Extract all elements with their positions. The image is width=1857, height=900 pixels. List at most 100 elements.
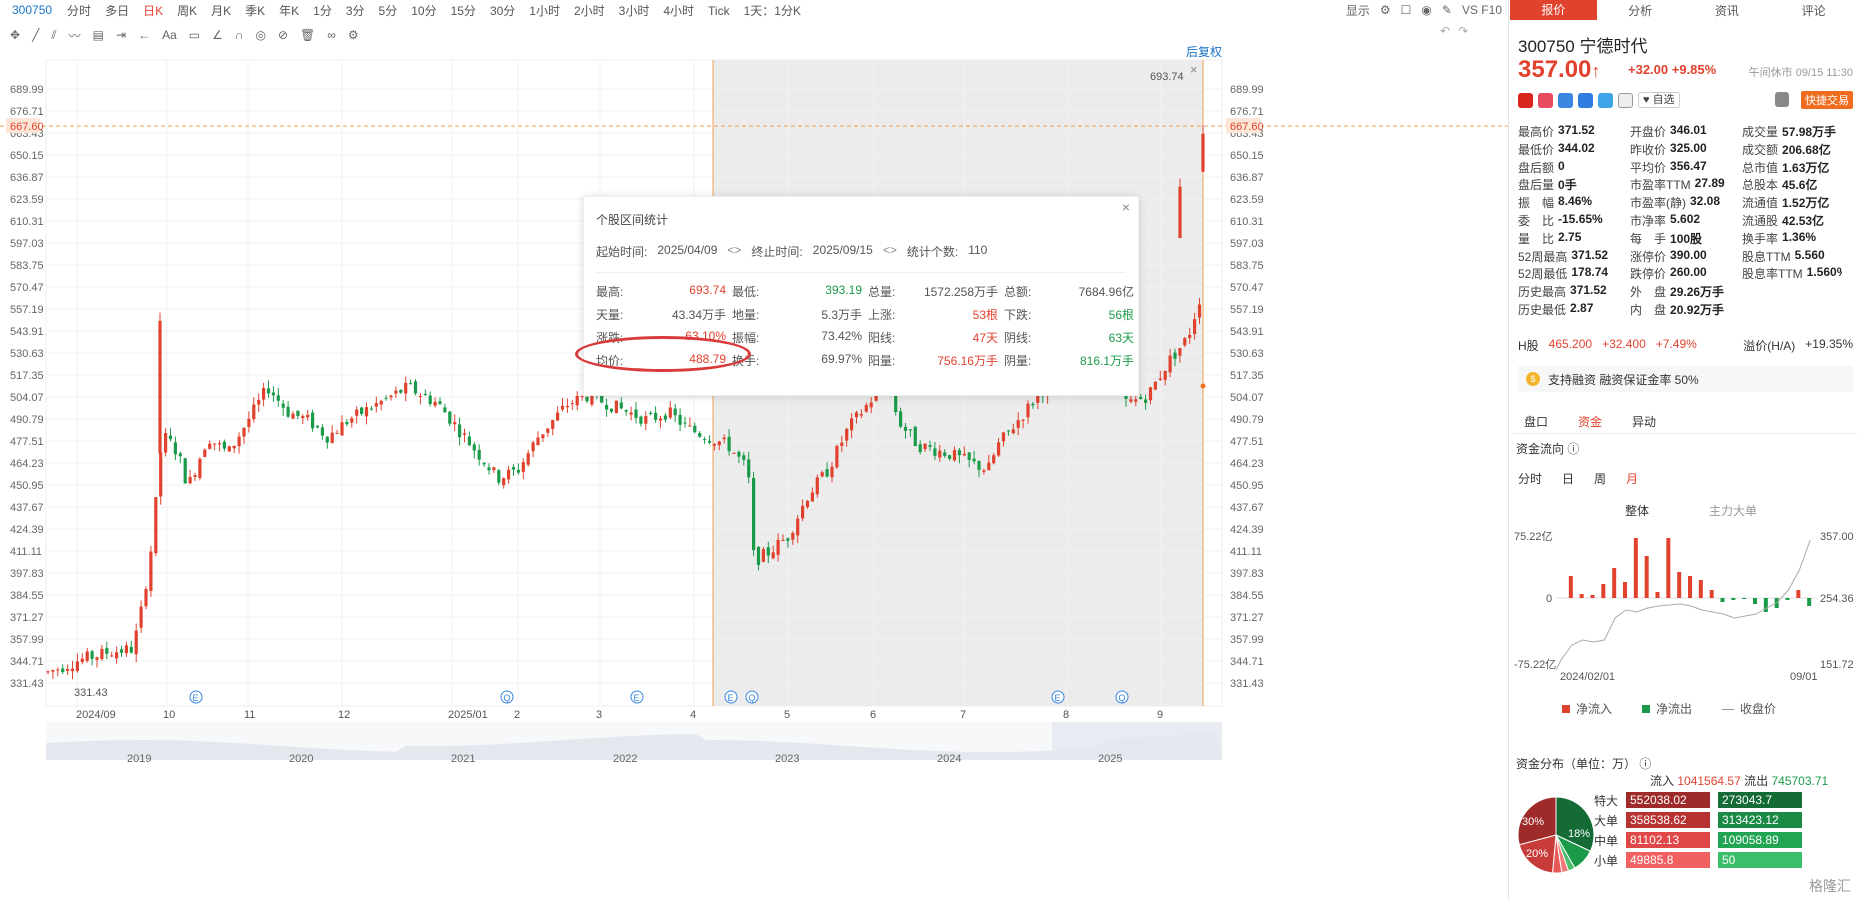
period-tab[interactable]: Tick (708, 4, 730, 18)
quick-trade-button[interactable]: 快捷交易 (1801, 91, 1853, 109)
period-tab[interactable]: 10分 (411, 4, 436, 18)
settings-icon[interactable]: ⚙ (1380, 3, 1391, 17)
quote-cell: 平均价 356.47 (1630, 159, 1742, 177)
candle-body (193, 475, 197, 478)
flow-period[interactable]: 分时 (1518, 470, 1542, 487)
link-icon[interactable]: ∞ (327, 28, 336, 42)
gear-icon[interactable]: ⚙ (348, 28, 359, 42)
legend-label: 收盘价 (1740, 702, 1777, 716)
start-nav-icon[interactable]: <> (727, 243, 741, 260)
right-tab[interactable]: 资讯 (1684, 2, 1771, 19)
period-tab[interactable]: 5分 (379, 4, 398, 18)
quote-row: 历史最低 2.87 内 盘 20.92万手 (1518, 301, 1857, 319)
kline-chart[interactable]: 689.99 689.99 676.71 676.71 663.43 663.43 650.… (0, 45, 1510, 900)
close-icon[interactable]: × (1122, 199, 1130, 215)
stat-value: 73.42% (821, 329, 862, 343)
flow-mode[interactable]: 整体 (1625, 502, 1649, 519)
period-tab[interactable]: 周K (177, 4, 197, 18)
candle-body (213, 443, 217, 445)
right-tab[interactable]: 评论 (1770, 2, 1857, 19)
candle-body (987, 462, 991, 471)
candle-body (124, 645, 128, 654)
right-tab[interactable]: 分析 (1597, 2, 1684, 19)
wave-tool-icon[interactable]: 〰 (69, 27, 81, 44)
flow-period[interactable]: 日 (1562, 470, 1574, 487)
flow-period[interactable]: 周 (1594, 470, 1606, 487)
candle-body (1197, 304, 1202, 318)
candle-body (340, 422, 344, 436)
pen-icon[interactable]: ✎ (1442, 3, 1452, 17)
eye-icon[interactable]: ◎ (256, 28, 266, 42)
bell-icon[interactable] (1775, 92, 1789, 107)
candle-body (472, 444, 476, 451)
candle-body (766, 547, 770, 556)
comment-icon[interactable]: ▭ (189, 28, 200, 42)
period-tab[interactable]: 1天：1分K (744, 4, 801, 18)
stock-code[interactable]: 300750 (12, 3, 52, 17)
panel-divider (1508, 0, 1509, 900)
range-tool-icon[interactable]: ⇥ (116, 28, 126, 42)
text-tool[interactable]: Aa (162, 28, 177, 42)
period-tab[interactable]: 季K (245, 4, 265, 18)
quote-value: 100股 (1670, 231, 1703, 246)
hide-icon[interactable]: ⊘ (278, 28, 288, 42)
compare-f10-label[interactable]: VS F10 (1462, 3, 1502, 17)
period-tab[interactable]: 1小时 (529, 4, 560, 18)
channel-tool-icon[interactable]: ⫽ (51, 28, 56, 43)
candle-body (962, 453, 966, 456)
candle-body (938, 450, 942, 458)
sub-tab[interactable]: 资金 (1578, 413, 1602, 430)
flow-period[interactable]: 月 (1626, 470, 1638, 487)
sub-tab[interactable]: 异动 (1632, 413, 1656, 430)
x-tick: 7 (960, 709, 966, 721)
y-tick-left: 437.67 (10, 502, 44, 514)
quote-cell: 52周最高 371.52 (1518, 248, 1630, 266)
display-menu[interactable]: 显示 (1346, 2, 1370, 19)
trash-icon[interactable]: 🗑 (300, 28, 315, 42)
period-tab[interactable]: 3分 (346, 4, 365, 18)
magnet-icon[interactable]: ∩ (235, 28, 244, 42)
margin-icon (1558, 92, 1573, 108)
line-tool-icon[interactable]: ╱ (32, 28, 39, 42)
period-tab[interactable]: 2小时 (574, 4, 605, 18)
period-tab[interactable]: 分时 (67, 4, 91, 18)
candle-body (703, 439, 707, 441)
period-tab[interactable]: 1分 (313, 4, 332, 18)
candle-body (1134, 399, 1138, 402)
quote-cell (1742, 283, 1842, 301)
y-tick-left: 597.03 (10, 238, 44, 250)
fib-tool-icon[interactable]: ▤ (93, 28, 104, 42)
end-nav-icon[interactable]: <> (883, 243, 897, 260)
period-tab[interactable]: 日K (143, 4, 163, 18)
selection-close-icon: × (1190, 62, 1198, 77)
period-tab[interactable]: 3小时 (619, 4, 650, 18)
period-tab[interactable]: 月K (211, 4, 231, 18)
layout-icon[interactable]: ☐ (1401, 3, 1412, 17)
up-arrow-icon: ↑ (1591, 61, 1601, 81)
add-watchlist-button[interactable]: ♥ 自选 (1638, 92, 1680, 108)
flow-mode[interactable]: 主力大单 (1709, 502, 1757, 519)
period-tab[interactable]: 30分 (490, 4, 515, 18)
move-icon[interactable]: ✥ (10, 28, 20, 42)
ruler-icon[interactable]: ∠ (212, 28, 223, 42)
flow-bar (1796, 590, 1801, 598)
camera-icon[interactable]: ◉ (1421, 3, 1431, 17)
candle-body (144, 588, 148, 607)
period-tab[interactable]: 15分 (451, 4, 476, 18)
period-tab[interactable]: 多日 (105, 4, 129, 18)
premium-label: 溢价(H/A) (1743, 339, 1796, 353)
period-tab[interactable]: 年K (279, 4, 299, 18)
period-tab[interactable]: 4小时 (663, 4, 694, 18)
right-tab[interactable]: 报价 (1510, 0, 1597, 20)
sub-tab[interactable]: 盘口 (1524, 413, 1548, 430)
candle-body (840, 442, 844, 446)
redo-icon[interactable]: ↷ (1458, 24, 1468, 38)
arrow-tool-icon[interactable]: ← (138, 28, 150, 42)
candle-body (624, 410, 628, 412)
candle-body (61, 668, 65, 673)
candle-body (497, 470, 501, 483)
quote-cell: 总市值 1.63万亿 (1742, 159, 1842, 177)
undo-icon[interactable]: ↶ (1440, 24, 1450, 38)
x-tick: 2 (514, 709, 520, 721)
candle-body (1144, 399, 1148, 403)
